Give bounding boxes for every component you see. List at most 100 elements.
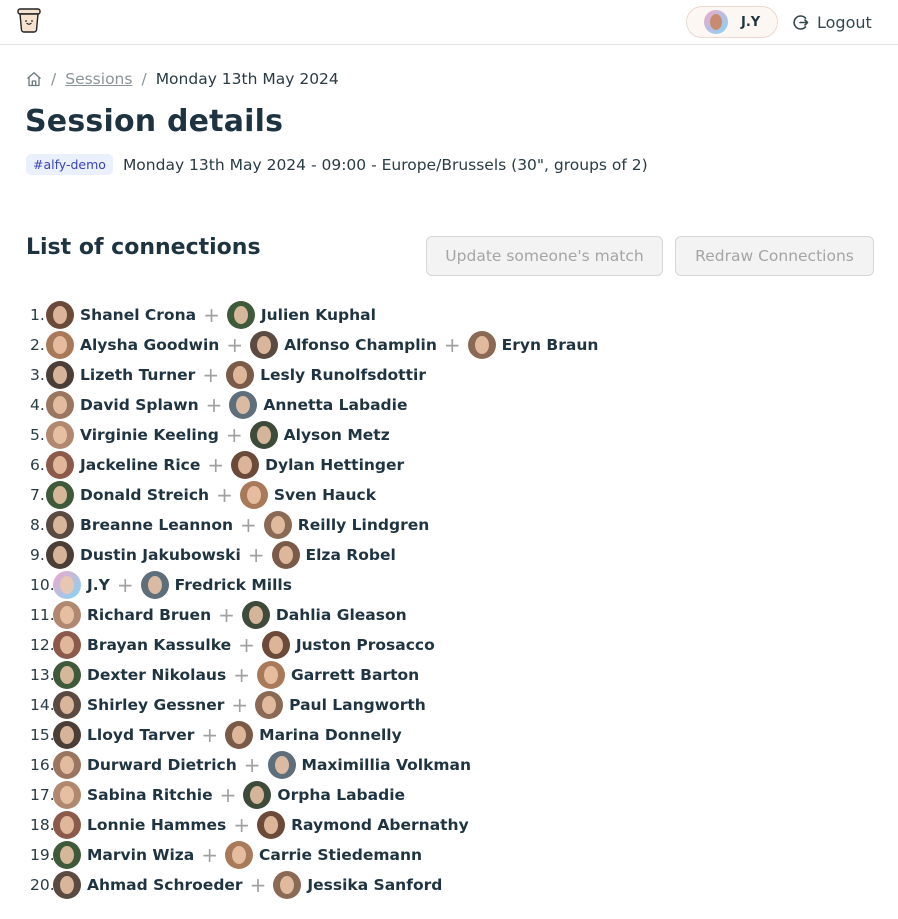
participant-avatar xyxy=(53,601,81,629)
participant: Jackeline Rice xyxy=(46,451,200,479)
connection-number: 2. xyxy=(30,336,45,354)
participant-avatar xyxy=(46,331,74,359)
connection-row: 11. Richard Bruen + Dahlia Gleason xyxy=(30,600,407,630)
session-info: Monday 13th May 2024 - 09:00 - Europe/Br… xyxy=(122,155,648,174)
plus-icon: + xyxy=(240,513,257,537)
participant-avatar xyxy=(273,871,302,899)
participant-name: Breanne Leannon xyxy=(80,516,234,534)
plus-icon: + xyxy=(201,843,219,867)
connections-title: List of connections xyxy=(26,235,261,260)
participant-name: Juston Prosacco xyxy=(295,636,435,654)
connection-number: 19. xyxy=(30,846,55,864)
redraw-connections-button[interactable]: Redraw Connections xyxy=(675,236,874,276)
participant-avatar xyxy=(46,421,74,449)
plus-icon: + xyxy=(116,573,134,597)
plus-icon: + xyxy=(216,483,233,507)
participant: Lonnie Hammes xyxy=(53,811,226,839)
connection-number: 13. xyxy=(30,666,55,684)
participant-avatar xyxy=(261,631,290,659)
connection-number: 14. xyxy=(30,696,55,714)
participant-avatar xyxy=(256,661,285,689)
participant-avatar xyxy=(53,871,81,899)
participant-avatar xyxy=(53,841,81,869)
connection-row: 18. Lonnie Hammes + Raymond Abernathy xyxy=(30,810,469,840)
participant-name: Sven Hauck xyxy=(273,486,377,504)
connection-row: 8. Breanne Leannon + Reilly Lindgren xyxy=(30,510,429,540)
participant-avatar xyxy=(250,331,279,359)
session-meta: #alfy-demo Monday 13th May 2024 - 09:00 … xyxy=(26,154,648,175)
breadcrumb-separator: / xyxy=(51,70,57,88)
home-icon[interactable] xyxy=(26,71,42,87)
participant: Alysha Goodwin xyxy=(46,331,219,359)
participant: Reilly Lindgren xyxy=(263,511,430,539)
connection-row: 6. Jackeline Rice + Dylan Hettinger xyxy=(30,450,404,480)
connection-number: 8. xyxy=(30,516,45,534)
participant-avatar xyxy=(225,841,254,869)
participant-name: Dylan Hettinger xyxy=(265,456,405,474)
participant: Julien Kuphal xyxy=(226,301,376,329)
participant: David Splawn xyxy=(46,391,199,419)
participant-name: Eryn Braun xyxy=(501,336,599,354)
participant-name: Ahmad Schroeder xyxy=(87,876,243,894)
participant: Donald Streich xyxy=(46,481,209,509)
logout-button[interactable]: Logout xyxy=(792,11,872,33)
participant: Lesly Runolfsdottir xyxy=(226,361,426,389)
participant-avatar xyxy=(46,451,74,479)
cup-smiley-logo[interactable] xyxy=(16,7,42,33)
connection-number: 18. xyxy=(30,816,55,834)
participant: Sabina Ritchie xyxy=(53,781,213,809)
participant-name: Dahlia Gleason xyxy=(275,606,407,624)
participant-name: Julien Kuphal xyxy=(260,306,376,324)
participant: Fredrick Mills xyxy=(140,571,292,599)
participant: Dylan Hettinger xyxy=(231,451,404,479)
participant: Marina Donnelly xyxy=(225,721,402,749)
participant-name: J.Y xyxy=(87,576,110,594)
logout-icon xyxy=(793,14,809,30)
breadcrumb-current: Monday 13th May 2024 xyxy=(155,70,339,88)
participant-avatar xyxy=(53,571,81,599)
participant-name: Lloyd Tarver xyxy=(87,726,195,744)
user-menu[interactable]: J.Y xyxy=(686,6,778,38)
connection-row: 9. Dustin Jakubowski + Elza Robel xyxy=(30,540,396,570)
participant-avatar xyxy=(239,481,268,509)
participant-name: Raymond Abernathy xyxy=(291,816,469,834)
participant-avatar xyxy=(53,691,81,719)
breadcrumb: / Sessions / Monday 13th May 2024 xyxy=(26,70,339,88)
participant-name: Fredrick Mills xyxy=(174,576,292,594)
participant: Dexter Nikolaus xyxy=(53,661,226,689)
connection-number: 3. xyxy=(30,366,45,384)
plus-icon: + xyxy=(218,603,235,627)
participant: Jessika Sanford xyxy=(273,871,442,899)
connection-number: 9. xyxy=(30,546,45,564)
participant: Dahlia Gleason xyxy=(241,601,407,629)
connection-number: 17. xyxy=(30,786,55,804)
participant-name: Dustin Jakubowski xyxy=(80,546,241,564)
participant-name: Maximillia Volkman xyxy=(301,756,472,774)
participant-avatar xyxy=(140,571,169,599)
page-title: Session details xyxy=(25,104,284,139)
connection-row: 14. Shirley Gessner + Paul Langworth xyxy=(30,690,426,720)
connection-number: 11. xyxy=(30,606,55,624)
participant-avatar xyxy=(267,751,296,779)
participant-name: Paul Langworth xyxy=(289,696,426,714)
participant-name: Reilly Lindgren xyxy=(297,516,430,534)
plus-icon: + xyxy=(219,783,237,807)
participant: Lloyd Tarver xyxy=(53,721,194,749)
update-match-button[interactable]: Update someone's match xyxy=(426,236,663,276)
participant-name: Sabina Ritchie xyxy=(87,786,213,804)
participant-avatar xyxy=(257,811,286,839)
participant-name: Richard Bruen xyxy=(87,606,212,624)
plus-icon: + xyxy=(233,663,250,687)
participant: Eryn Braun xyxy=(467,331,599,359)
connection-row: 1. Shanel Crona + Julien Kuphal xyxy=(30,300,376,330)
connection-row: 4. David Splawn + Annetta Labadie xyxy=(30,390,407,420)
participant-name: Donald Streich xyxy=(80,486,210,504)
participant: Richard Bruen xyxy=(53,601,211,629)
breadcrumb-sessions-link[interactable]: Sessions xyxy=(65,70,132,88)
participant-avatar xyxy=(46,511,74,539)
participant-avatar xyxy=(53,781,81,809)
participant-avatar xyxy=(226,361,255,389)
plus-icon: + xyxy=(201,723,219,747)
connection-number: 6. xyxy=(30,456,45,474)
participant-avatar xyxy=(263,511,292,539)
